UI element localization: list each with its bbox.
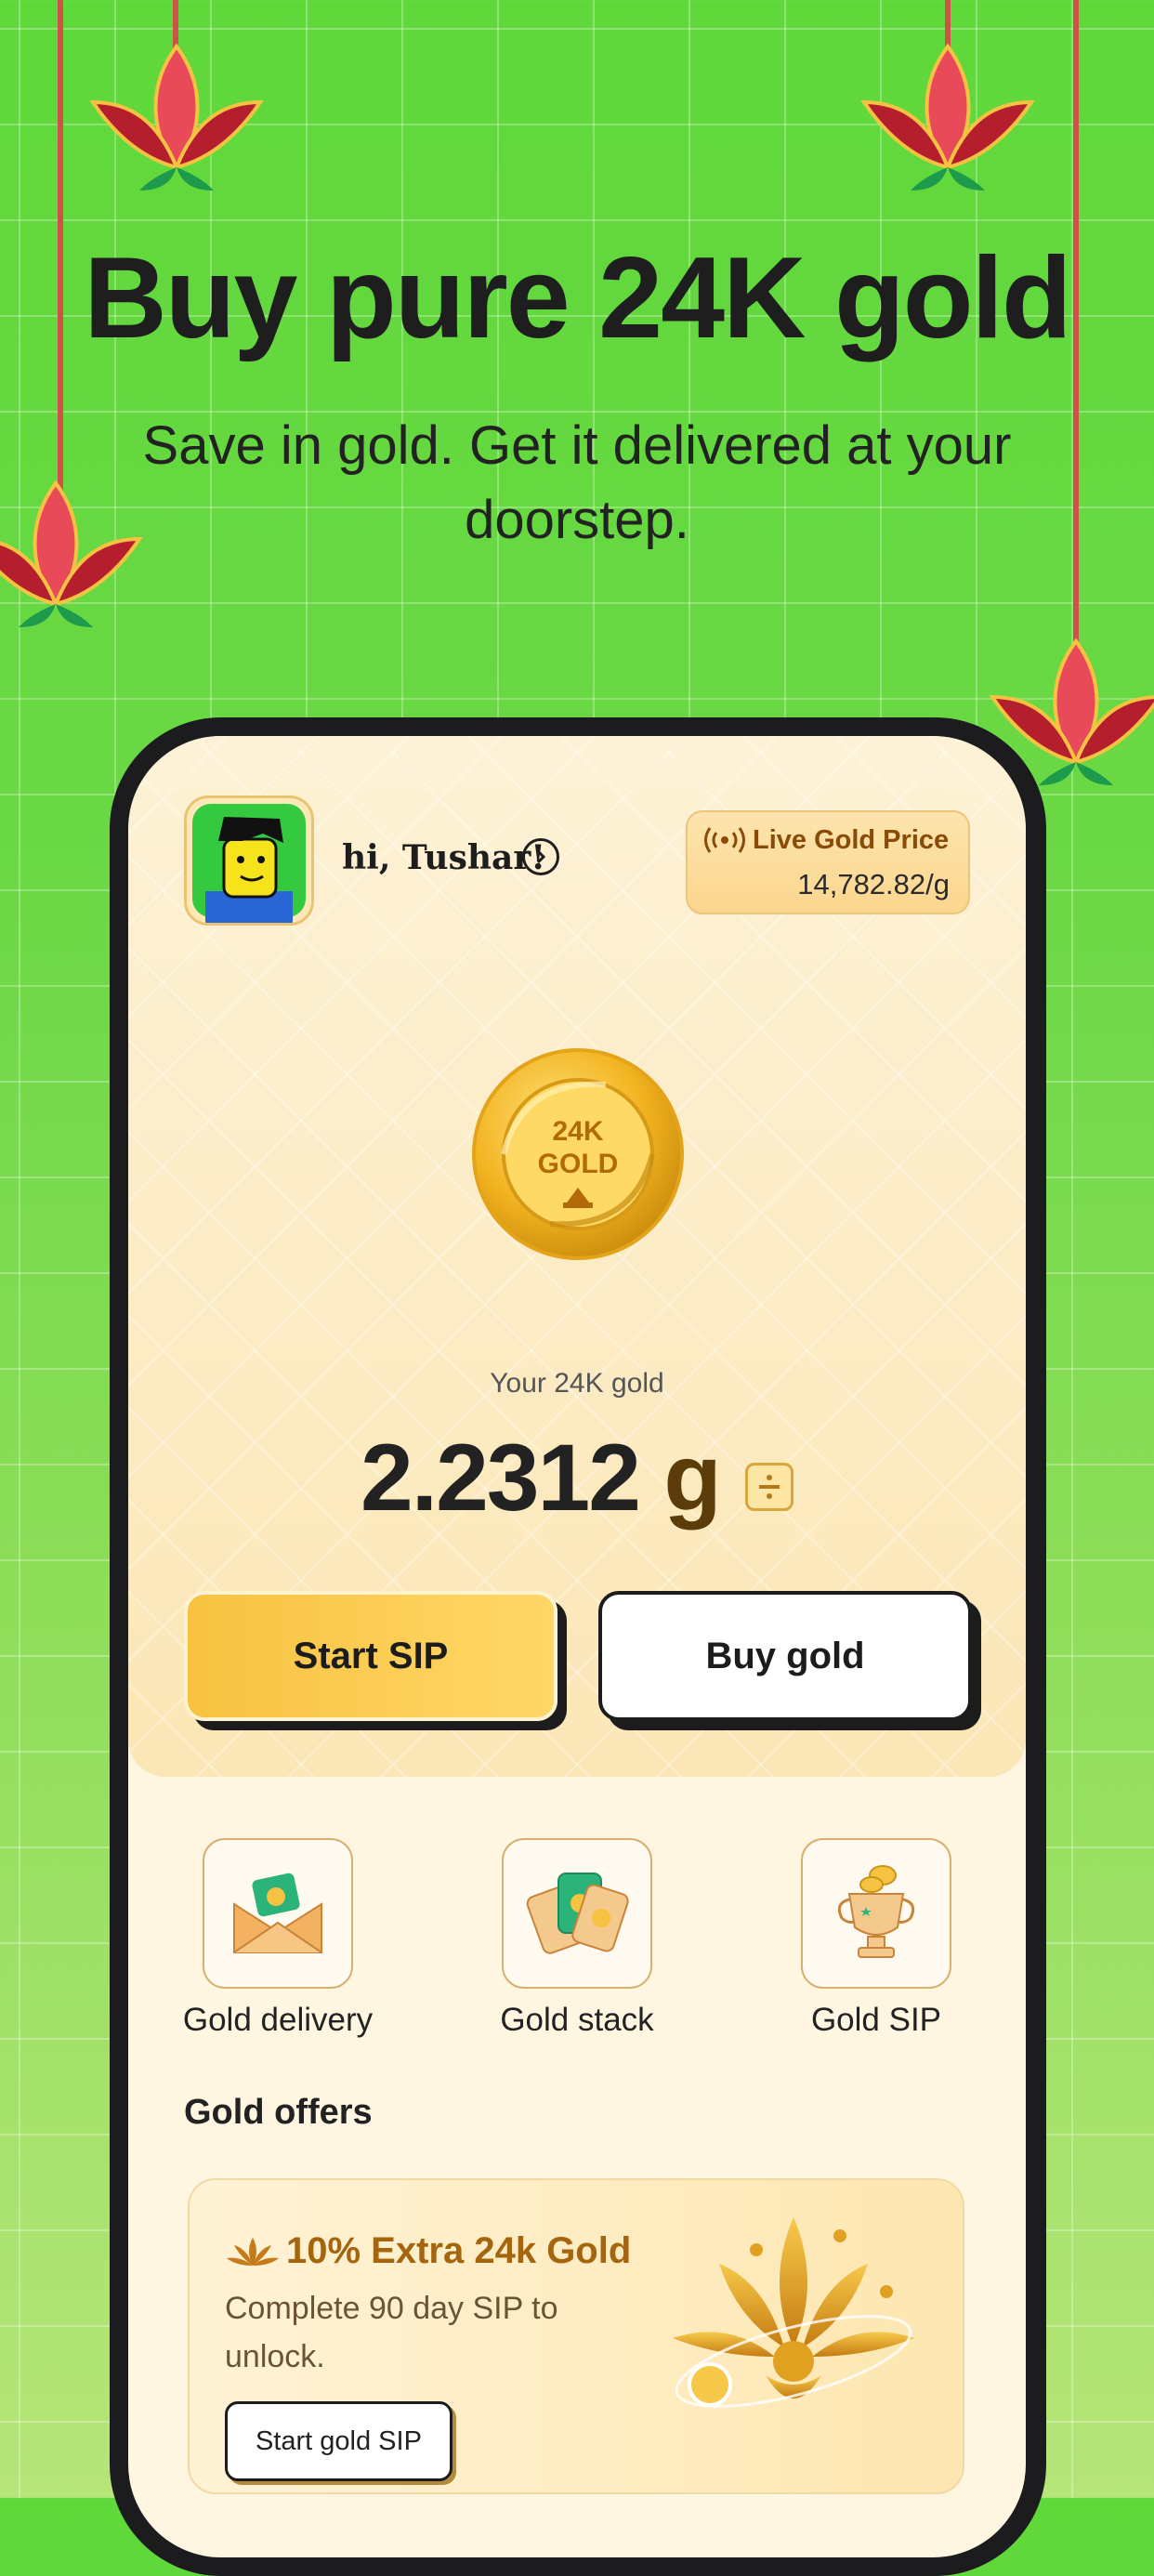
start-sip-button[interactable]: Start SIP xyxy=(184,1591,557,1721)
quick-link-label: Gold SIP xyxy=(810,2002,942,2038)
lotus-icon xyxy=(0,480,143,627)
banner-headline: Buy pure 24K gold xyxy=(84,234,1071,362)
gold-hero-panel: hi, Tushar! Live Gold Price 14,782.82/g xyxy=(128,736,1026,1777)
quick-link-gold-delivery[interactable]: Gold delivery xyxy=(134,1838,422,2039)
lotus-icon xyxy=(860,43,1035,191)
offers-section-title: Gold offers xyxy=(184,2093,373,2132)
trophy-icon xyxy=(837,1865,915,1958)
gold-stack-tile[interactable] xyxy=(502,1838,652,1989)
coin-text-gold: GOLD xyxy=(538,1149,619,1179)
avatar-image xyxy=(192,804,306,923)
gold-delivery-tile[interactable] xyxy=(203,1838,353,1989)
balance-unit: g xyxy=(663,1425,721,1531)
divide-icon[interactable] xyxy=(745,1463,793,1511)
gold-coin-icon: 24K GOLD xyxy=(472,1048,684,1260)
gold-sip-tile[interactable] xyxy=(801,1838,951,1989)
live-broadcast-icon xyxy=(704,827,745,853)
cards-icon xyxy=(526,1873,629,1954)
quick-link-label: Gold stack xyxy=(500,2002,654,2038)
gold-lotus-illustration xyxy=(673,2217,914,2408)
envelope-icon xyxy=(233,1873,322,1953)
phone-screen: hi, Tushar! Live Gold Price 14,782.82/g xyxy=(128,736,1026,2557)
balance-label: Your 24K gold xyxy=(490,1368,664,1399)
coin-text-24k: 24K xyxy=(552,1116,603,1147)
live-price-title: Live Gold Price xyxy=(753,825,950,855)
lotus-outline-icon xyxy=(227,2238,279,2266)
quick-link-label: Gold delivery xyxy=(182,2002,374,2038)
offer-heading: 10% Extra 24k Gold xyxy=(286,2230,632,2271)
chevron-right-icon[interactable] xyxy=(522,838,559,875)
balance-amount: 2.2312 g xyxy=(361,1424,722,1532)
live-price-value: 14,782.82/g xyxy=(797,868,950,900)
live-gold-price-card[interactable]: Live Gold Price 14,782.82/g xyxy=(686,810,970,914)
start-gold-sip-button[interactable]: Start gold SIP xyxy=(225,2401,452,2481)
offer-description: Complete 90 day SIP to unlock. xyxy=(225,2291,558,2374)
lotus-icon xyxy=(89,43,264,191)
greeting-text[interactable]: hi, Tushar! xyxy=(342,838,545,877)
quick-link-gold-stack[interactable]: Gold stack xyxy=(433,1838,721,2039)
buy-gold-button[interactable]: Buy gold xyxy=(598,1591,972,1721)
balance-value: 2.2312 xyxy=(361,1425,641,1531)
avatar[interactable] xyxy=(184,795,314,926)
banner-subheadline: Save in gold. Get it delivered at your d… xyxy=(142,415,1012,550)
gold-offer-card[interactable]: 10% Extra 24k Gold Complete 90 day SIP t… xyxy=(188,2178,964,2494)
quick-link-gold-sip[interactable]: Gold SIP xyxy=(732,1838,1020,2039)
